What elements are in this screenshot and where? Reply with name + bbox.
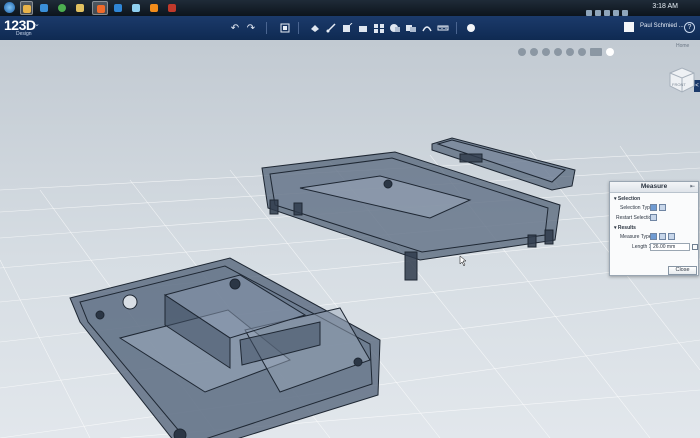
sketch-icon[interactable]: [324, 21, 338, 35]
restart-selection-label: Restart Selection: [616, 215, 655, 221]
toolbar-divider: [456, 22, 457, 34]
zoom-icon[interactable]: [542, 48, 550, 56]
orbit-icon[interactable]: [530, 48, 538, 56]
measure-type-area-button[interactable]: [668, 233, 675, 240]
close-button[interactable]: Close: [668, 266, 697, 275]
primitives-icon[interactable]: [308, 21, 322, 35]
measure-title: Measure: [640, 183, 668, 190]
measure-panel-header[interactable]: Measure ⇤: [610, 182, 698, 193]
restart-selection-button[interactable]: [650, 214, 657, 221]
toolbar-divider: [298, 22, 299, 34]
fit-icon[interactable]: [554, 48, 562, 56]
clock[interactable]: 3:18 AM: [652, 3, 678, 10]
mouse-cursor: [459, 255, 467, 267]
user-name: Paul Schmied ...: [640, 23, 684, 29]
logo-subtext: Design: [16, 31, 32, 37]
selection-type-edge-button[interactable]: [659, 204, 666, 211]
modify-icon[interactable]: [356, 21, 370, 35]
results-section[interactable]: ▾ Results: [614, 225, 636, 231]
pattern-icon[interactable]: [372, 21, 386, 35]
snap-icon[interactable]: [436, 21, 450, 35]
view-cube[interactable]: FRONT: [666, 64, 696, 94]
results-section-label: Results: [617, 225, 636, 231]
selection-section[interactable]: ▾ Selection: [614, 196, 640, 202]
chevron-down-icon[interactable]: ⌄: [34, 20, 40, 28]
app-header: 123D Design ⌄ ↶ ↷ Paul Schmied ... ?: [0, 16, 700, 40]
length-value-field[interactable]: 26.00 mm: [650, 243, 690, 251]
tray-part-left: [69, 257, 381, 438]
grouping-icon[interactable]: [388, 21, 402, 35]
length-label: Length 1: [632, 244, 652, 250]
pan-icon[interactable]: [518, 48, 526, 56]
selection-type-face-button[interactable]: [650, 204, 657, 211]
media-icon[interactable]: [92, 1, 108, 15]
avatar: [624, 22, 634, 32]
paint-icon[interactable]: [166, 1, 179, 15]
home-view-label[interactable]: Home: [676, 43, 689, 49]
folder-icon[interactable]: [74, 1, 87, 15]
measure-type-angle-button[interactable]: [659, 233, 666, 240]
123d-icon[interactable]: [112, 1, 125, 15]
material-icon[interactable]: [464, 21, 478, 35]
measure-types-label: Measure Types: [620, 234, 655, 240]
vlc-icon[interactable]: [148, 1, 161, 15]
redo-icon[interactable]: ↷: [244, 21, 258, 35]
app-icon[interactable]: [130, 1, 143, 15]
navigation-bar: [518, 43, 618, 56]
combine-icon[interactable]: [404, 21, 418, 35]
help-button[interactable]: ?: [684, 22, 695, 33]
measure-panel: Measure ⇤ ▾ Selection Selection Types Re…: [609, 181, 699, 276]
toolbar-divider: [266, 22, 267, 34]
cube-face-label: FRONT: [672, 82, 686, 87]
collapse-icon[interactable]: ⇤: [690, 183, 695, 190]
view-icon[interactable]: [566, 48, 574, 56]
measure-icon[interactable]: [420, 21, 434, 35]
windows-taskbar: 3:18 AM: [0, 0, 700, 16]
explorer-icon[interactable]: [20, 1, 33, 15]
toggle-icon[interactable]: [606, 48, 614, 56]
construct-icon[interactable]: [340, 21, 354, 35]
chrome-icon[interactable]: [56, 1, 69, 15]
system-tray[interactable]: [586, 3, 646, 16]
copy-icon[interactable]: [692, 244, 698, 250]
grid-icon[interactable]: [590, 48, 602, 56]
scene-canvas[interactable]: [0, 40, 700, 438]
transform-icon[interactable]: [278, 21, 292, 35]
ie-icon[interactable]: [38, 1, 51, 15]
undo-icon[interactable]: ↶: [228, 21, 242, 35]
shading-icon[interactable]: [578, 48, 586, 56]
app-logo[interactable]: 123D Design ⌄: [4, 17, 40, 37]
3d-viewport[interactable]: Home < FRONT Measure ⇤ ▾ Selection Selec…: [0, 40, 700, 438]
measure-type-length-button[interactable]: [650, 233, 657, 240]
selection-section-label: Selection: [617, 196, 641, 202]
windows-orb-icon[interactable]: [2, 1, 16, 15]
